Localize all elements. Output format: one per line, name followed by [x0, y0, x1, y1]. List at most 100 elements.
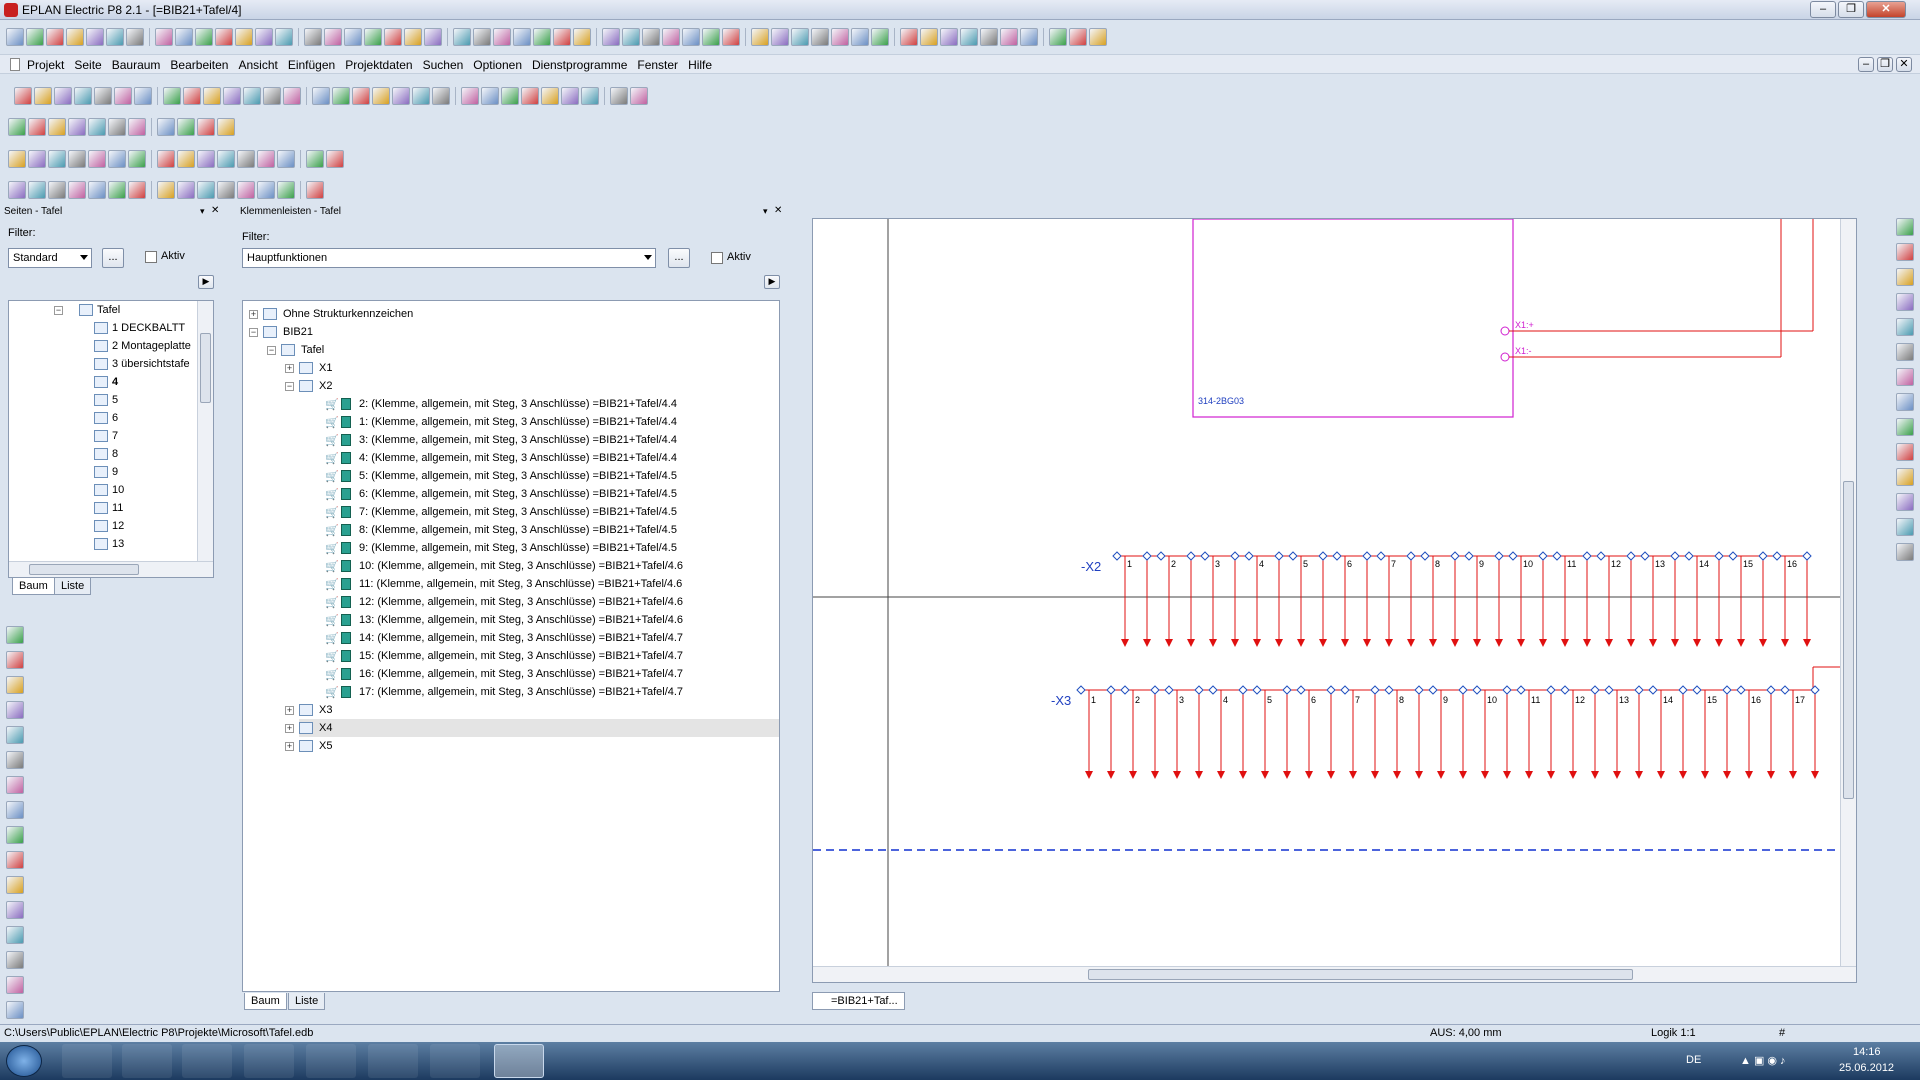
tool-icon[interactable] — [1896, 368, 1914, 386]
tb5-tool-icon[interactable] — [8, 181, 26, 199]
expand-icon[interactable]: + — [249, 310, 258, 319]
tb1-tool-icon[interactable] — [1089, 28, 1107, 46]
tb3-tool-icon[interactable] — [157, 118, 175, 136]
tb1-tool-icon[interactable] — [235, 28, 253, 46]
pages-tab-liste[interactable]: Liste — [54, 578, 92, 595]
tb1-tool-icon[interactable] — [682, 28, 700, 46]
tb4-tool-icon[interactable] — [48, 150, 66, 168]
tb2-tool-icon[interactable] — [432, 87, 450, 105]
maximize-button[interactable]: ❐ — [1838, 1, 1864, 18]
tb1-tool-icon[interactable] — [215, 28, 233, 46]
tb5-tool-icon[interactable] — [197, 181, 215, 199]
tb2-tool-icon[interactable] — [14, 87, 32, 105]
pages-apply-button[interactable]: ▶ — [198, 275, 214, 289]
tool-icon[interactable] — [6, 651, 24, 669]
tb5-tool-icon[interactable] — [217, 181, 235, 199]
tb2-tool-icon[interactable] — [34, 87, 52, 105]
terminals-apply-button[interactable]: ▶ — [764, 275, 780, 289]
start-button[interactable] — [6, 1045, 42, 1077]
tb2-tool-icon[interactable] — [352, 87, 370, 105]
tb4-tool-icon[interactable] — [88, 150, 106, 168]
tb4-tool-icon[interactable] — [68, 150, 86, 168]
panel-close-icon[interactable]: ✕ — [774, 205, 782, 216]
tool-icon[interactable] — [6, 926, 24, 944]
terminal-item[interactable]: 🛒 7: (Klemme, allgemein, mit Steg, 3 Ansc… — [325, 503, 677, 521]
tb1-tool-icon[interactable] — [553, 28, 571, 46]
tray-icons[interactable]: ▲ ▣ ◉ ♪ — [1740, 1054, 1786, 1067]
tb2-tool-icon[interactable] — [54, 87, 72, 105]
tb1-tool-icon[interactable] — [1020, 28, 1038, 46]
tree-node-tafel[interactable]: − Tafel — [267, 341, 324, 359]
terminals-filter-browse-button[interactable]: ... — [668, 248, 690, 268]
terminals-tab-liste[interactable]: Liste — [288, 993, 326, 1010]
expand-icon[interactable]: + — [285, 724, 294, 733]
pages-tree-page[interactable]: 2 Montageplatte — [94, 337, 191, 355]
tb4-tool-icon[interactable] — [257, 150, 275, 168]
drawing-tab[interactable]: =BIB21+Taf... — [812, 992, 905, 1010]
tb1-tool-icon[interactable] — [344, 28, 362, 46]
tb2-tool-icon[interactable] — [630, 87, 648, 105]
tool-icon[interactable] — [6, 976, 24, 994]
tb5-tool-icon[interactable] — [237, 181, 255, 199]
tb1-tool-icon[interactable] — [900, 28, 918, 46]
tb3-tool-icon[interactable] — [28, 118, 46, 136]
terminal-item[interactable]: 🛒 6: (Klemme, allgemein, mit Steg, 3 Ansc… — [325, 485, 677, 503]
tool-icon[interactable] — [1896, 218, 1914, 236]
terminal-item[interactable]: 🛒 11: (Klemme, allgemein, mit Steg, 3 Ans… — [325, 575, 682, 593]
tb1-tool-icon[interactable] — [622, 28, 640, 46]
tb1-tool-icon[interactable] — [175, 28, 193, 46]
collapse-icon[interactable]: − — [267, 346, 276, 355]
pages-tree-page[interactable]: 7 — [94, 427, 118, 445]
pages-tree-page[interactable]: 8 — [94, 445, 118, 463]
menu-item-ansicht[interactable]: Ansicht — [237, 58, 278, 72]
pages-tree-page[interactable]: 9 — [94, 463, 118, 481]
tb1-tool-icon[interactable] — [404, 28, 422, 46]
minimize-button[interactable]: – — [1810, 1, 1836, 18]
tb1-tool-icon[interactable] — [811, 28, 829, 46]
tb1-tool-icon[interactable] — [6, 28, 24, 46]
tool-icon[interactable] — [1896, 343, 1914, 361]
tb1-tool-icon[interactable] — [602, 28, 620, 46]
tb4-tool-icon[interactable] — [108, 150, 126, 168]
tool-icon[interactable] — [6, 851, 24, 869]
pages-tree-page[interactable]: 13 — [94, 535, 124, 553]
tree-node-strip[interactable]: + X5 — [285, 737, 332, 755]
tb2-tool-icon[interactable] — [94, 87, 112, 105]
tb1-tool-icon[interactable] — [920, 28, 938, 46]
tb2-tool-icon[interactable] — [461, 87, 479, 105]
tb5-tool-icon[interactable] — [28, 181, 46, 199]
tree-node-x1[interactable]: + X1 — [285, 359, 332, 377]
tb4-tool-icon[interactable] — [177, 150, 195, 168]
tree-node-strip[interactable]: + X3 — [285, 701, 332, 719]
tool-icon[interactable] — [1896, 268, 1914, 286]
tb2-tool-icon[interactable] — [312, 87, 330, 105]
tool-icon[interactable] — [6, 776, 24, 794]
tb4-tool-icon[interactable] — [128, 150, 146, 168]
tb3-tool-icon[interactable] — [177, 118, 195, 136]
tb1-tool-icon[interactable] — [126, 28, 144, 46]
tool-icon[interactable] — [6, 826, 24, 844]
pages-tree-page[interactable]: 11 — [94, 499, 123, 517]
tb1-tool-icon[interactable] — [533, 28, 551, 46]
terminal-item[interactable]: 🛒 3: (Klemme, allgemein, mit Steg, 3 Ansc… — [325, 431, 677, 449]
tool-icon[interactable] — [6, 676, 24, 694]
tb2-tool-icon[interactable] — [610, 87, 628, 105]
terminal-item[interactable]: 🛒 12: (Klemme, allgemein, mit Steg, 3 Ans… — [325, 593, 683, 611]
tb5-tool-icon[interactable] — [48, 181, 66, 199]
tool-icon[interactable] — [1896, 468, 1914, 486]
canvas-vscroll[interactable] — [1840, 219, 1856, 967]
tb2-tool-icon[interactable] — [74, 87, 92, 105]
tb2-tool-icon[interactable] — [392, 87, 410, 105]
tool-icon[interactable] — [6, 876, 24, 894]
terminal-item[interactable]: 🛒 10: (Klemme, allgemein, mit Steg, 3 Ans… — [325, 557, 683, 575]
tb1-tool-icon[interactable] — [473, 28, 491, 46]
pages-tree-page[interactable]: 6 — [94, 409, 118, 427]
expand-icon[interactable]: + — [285, 706, 294, 715]
tb3-tool-icon[interactable] — [88, 118, 106, 136]
tb1-tool-icon[interactable] — [453, 28, 471, 46]
tb1-tool-icon[interactable] — [831, 28, 849, 46]
terminals-filter-select[interactable]: Hauptfunktionen — [242, 248, 656, 268]
tb2-tool-icon[interactable] — [412, 87, 430, 105]
tb1-tool-icon[interactable] — [980, 28, 998, 46]
terminal-item[interactable]: 🛒 14: (Klemme, allgemein, mit Steg, 3 Ans… — [325, 629, 683, 647]
